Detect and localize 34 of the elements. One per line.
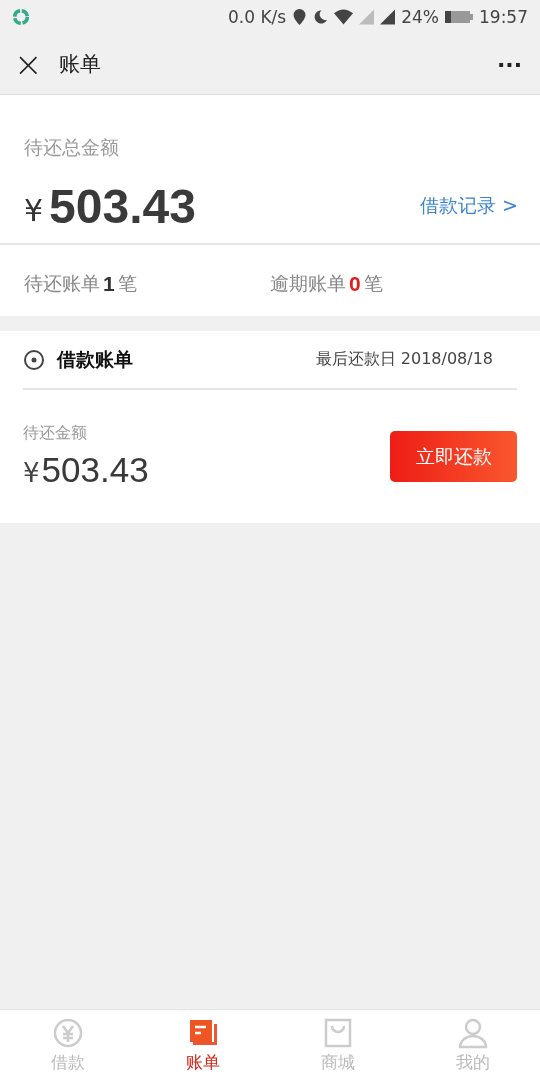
currency-symbol: ¥ (24, 192, 44, 228)
battery-percent: 24% (401, 7, 439, 27)
signal-icon (380, 9, 396, 25)
network-speed: 0.0 K/s (228, 7, 287, 27)
yen-coin-icon (51, 1016, 84, 1049)
close-button[interactable]: × (14, 47, 43, 81)
app-icon (12, 8, 30, 26)
bill-title: 借款账单 (57, 346, 133, 372)
signal-icon (359, 9, 375, 25)
total-amount: 503.43 (49, 178, 196, 234)
due-amount: 503.43 (41, 450, 149, 490)
stat-count: 1 (103, 271, 115, 296)
battery-icon (445, 10, 473, 24)
stat-count: 0 (349, 271, 361, 296)
total-label: 待还总金额 (23, 135, 120, 160)
repay-button[interactable]: 立即还款 (390, 431, 517, 482)
stat-label: 待还账单 (24, 270, 100, 296)
location-icon (292, 9, 308, 25)
stat-unit: 笔 (363, 270, 383, 296)
person-icon (456, 1016, 489, 1049)
due-date: 最后还款日 2018/08/18 (315, 349, 493, 370)
more-button[interactable]: ··· (492, 51, 526, 77)
stat-unit: 笔 (117, 270, 137, 296)
due-amount-label: 待还金额 (23, 423, 88, 444)
tab[interactable]: 账单 (135, 1010, 270, 1080)
stat-label: 逾期账单 (270, 270, 346, 296)
tab[interactable]: 商城 (270, 1010, 405, 1080)
page-title: 账单 (58, 51, 101, 78)
wifi-icon (334, 9, 354, 25)
currency-symbol: ¥ (23, 458, 40, 488)
loan-record-link[interactable]: 借款记录 > (420, 193, 518, 219)
moon-icon (313, 9, 329, 25)
target-icon (23, 348, 45, 371)
clock: 19:57 (479, 7, 528, 27)
